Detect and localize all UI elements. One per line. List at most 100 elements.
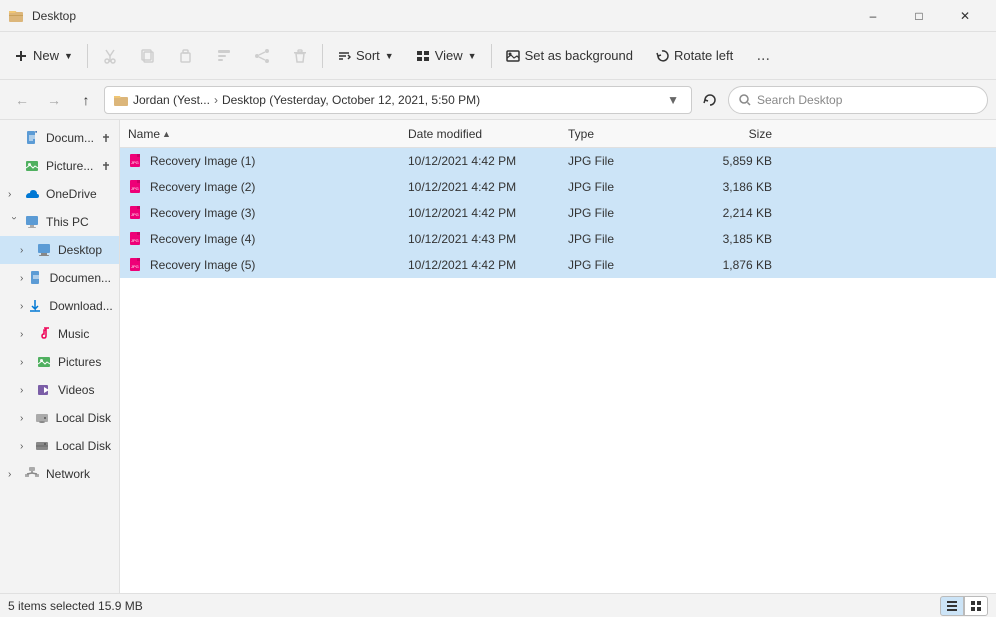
expand-arrow-pictures: › (20, 357, 32, 368)
more-button[interactable]: ... (745, 38, 781, 74)
maximize-button[interactable]: □ (896, 0, 942, 32)
svg-text:JPG: JPG (131, 160, 139, 165)
header-name-label: Name (128, 127, 160, 141)
sort-button[interactable]: Sort ▼ (327, 38, 404, 74)
svg-text:JPG: JPG (131, 264, 139, 269)
sidebar-downloads-label: Download... (49, 299, 112, 313)
copy-button[interactable] (130, 38, 166, 74)
file-date-0: 10/12/2021 4:42 PM (400, 148, 560, 174)
expand-arrow-localdisk2: › (20, 441, 30, 452)
sidebar-item-pictures[interactable]: › Pictures (0, 348, 119, 376)
sidebar-item-onedrive[interactable]: › OneDrive (0, 180, 119, 208)
file-type-3: JPG File (560, 226, 680, 252)
documents-icon (28, 270, 44, 286)
file-name-2: JPG Recovery Image (3) (120, 200, 400, 226)
tiles-view-button[interactable] (964, 596, 988, 616)
view-toggle (940, 596, 988, 616)
rotate-left-button[interactable]: Rotate left (645, 38, 743, 74)
pictures-pinned-icon (24, 158, 40, 174)
sidebar-item-localdisk2[interactable]: › Local Disk (0, 432, 119, 460)
file-name-text-3: Recovery Image (4) (150, 232, 255, 246)
search-box[interactable]: Search Desktop (728, 86, 988, 114)
refresh-button[interactable] (696, 86, 724, 114)
pin-icon (101, 133, 111, 143)
back-button[interactable]: ← (8, 86, 36, 114)
sidebar-network-label: Network (46, 467, 90, 481)
sidebar: Docum... Picture... › (0, 120, 120, 593)
expand-arrow-thispc: › (9, 216, 20, 228)
file-size-4: 1,876 KB (680, 252, 780, 278)
forward-button[interactable]: → (40, 86, 68, 114)
delete-icon (292, 48, 308, 64)
delete-button[interactable] (282, 38, 318, 74)
sidebar-item-documents-pinned[interactable]: Docum... (0, 124, 119, 152)
sidebar-item-documents[interactable]: › Documen... (0, 264, 119, 292)
sidebar-item-videos[interactable]: › Videos (0, 376, 119, 404)
file-row-1[interactable]: JPG Recovery Image (2) 10/12/2021 4:42 P… (120, 174, 996, 200)
sidebar-item-music[interactable]: › Music (0, 320, 119, 348)
file-name-text-1: Recovery Image (2) (150, 180, 255, 194)
header-size[interactable]: Size (680, 120, 780, 147)
address-path[interactable]: Jordan (Yest... › Desktop (Yesterday, Oc… (104, 86, 692, 114)
sidebar-item-downloads[interactable]: › Download... (0, 292, 119, 320)
svg-text:JPG: JPG (131, 212, 139, 217)
expand-arrow-onedrive: › (8, 189, 20, 200)
file-size-3: 3,185 KB (680, 226, 780, 252)
sidebar-onedrive-label: OneDrive (46, 187, 97, 201)
rename-button[interactable] (206, 38, 242, 74)
paste-button[interactable] (168, 38, 204, 74)
view-button[interactable]: View ▼ (406, 38, 487, 74)
paste-icon (178, 48, 194, 64)
expand-arrow-downloads: › (20, 301, 23, 312)
file-size-2: 2,214 KB (680, 200, 780, 226)
file-date-3: 10/12/2021 4:43 PM (400, 226, 560, 252)
sidebar-item-pictures-pinned[interactable]: Picture... (0, 152, 119, 180)
header-date[interactable]: Date modified (400, 120, 560, 147)
minimize-button[interactable]: – (850, 0, 896, 32)
file-row-3[interactable]: JPG Recovery Image (4) 10/12/2021 4:43 P… (120, 226, 996, 252)
sidebar-item-network[interactable]: › Network (0, 460, 119, 488)
jpg-icon-2: JPG (128, 205, 144, 221)
breadcrumb-separator-2: ▼ (667, 93, 679, 107)
cut-button[interactable] (92, 38, 128, 74)
music-icon (36, 326, 52, 342)
file-row-2[interactable]: JPG Recovery Image (3) 10/12/2021 4:42 P… (120, 200, 996, 226)
header-size-label: Size (749, 127, 772, 141)
set-background-button[interactable]: Set as background (496, 38, 643, 74)
file-row-0[interactable]: JPG Recovery Image (1) 10/12/2021 4:42 P… (120, 148, 996, 174)
computer-icon (24, 214, 40, 230)
search-icon (739, 94, 751, 106)
sidebar-localdisk1-label: Local Disk (56, 411, 111, 425)
file-list-header: Name ▲ Date modified Type Size (120, 120, 996, 148)
file-row-4[interactable]: JPG Recovery Image (5) 10/12/2021 4:42 P… (120, 252, 996, 278)
sidebar-pictures-pinned-label: Picture... (46, 159, 93, 173)
document-icon (24, 130, 40, 146)
separator-3 (491, 44, 492, 68)
details-view-button[interactable] (940, 596, 964, 616)
file-type-2: JPG File (560, 200, 680, 226)
sidebar-videos-label: Videos (58, 383, 94, 397)
sort-arrow-up: ▲ (162, 129, 171, 139)
svg-text:JPG: JPG (131, 186, 139, 191)
close-button[interactable]: ✕ (942, 0, 988, 32)
expand-arrow-network: › (8, 469, 20, 480)
sidebar-item-desktop[interactable]: › Desktop (0, 236, 119, 264)
background-icon (506, 49, 520, 63)
file-date-1: 10/12/2021 4:42 PM (400, 174, 560, 200)
header-name[interactable]: Name ▲ (120, 120, 400, 147)
rotate-left-label: Rotate left (674, 48, 733, 63)
onedrive-icon (24, 186, 40, 202)
up-button[interactable]: ↑ (72, 86, 100, 114)
pin-icon-2 (101, 161, 111, 171)
sidebar-item-thispc[interactable]: › This PC (0, 208, 119, 236)
breadcrumb-current: Desktop (Yesterday, October 12, 2021, 5:… (222, 93, 480, 107)
file-name-text-0: Recovery Image (1) (150, 154, 255, 168)
sidebar-music-label: Music (58, 327, 89, 341)
header-type[interactable]: Type (560, 120, 680, 147)
sidebar-item-localdisk1[interactable]: › Local Disk (0, 404, 119, 432)
share-button[interactable] (244, 38, 280, 74)
details-view-icon (946, 600, 958, 612)
expand-arrow-videos: › (20, 385, 32, 396)
new-label: New (33, 48, 59, 63)
new-button[interactable]: New ▼ (4, 38, 83, 74)
